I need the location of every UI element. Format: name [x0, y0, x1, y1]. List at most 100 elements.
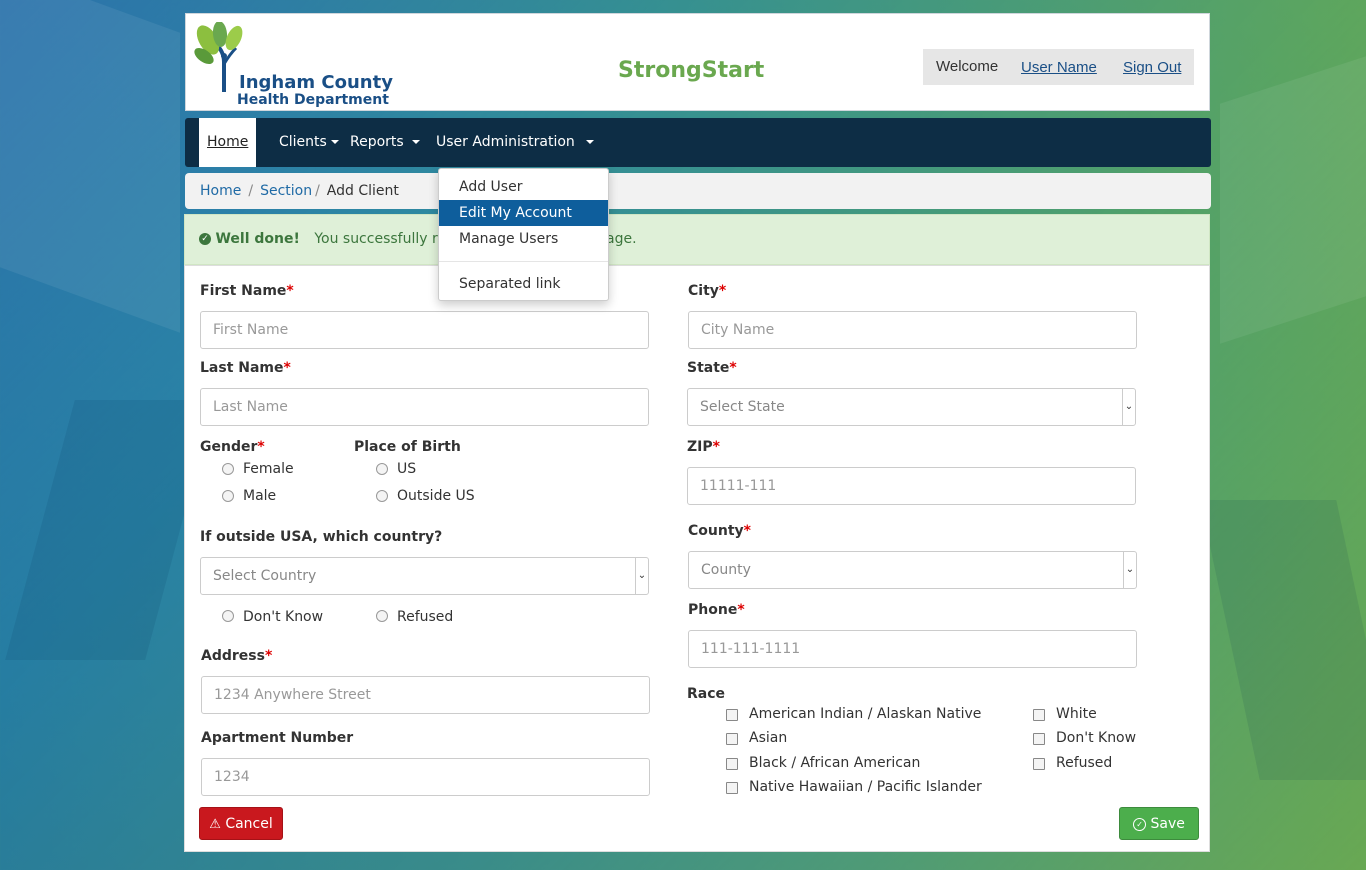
menu-item-separated-link[interactable]: Separated link: [439, 271, 608, 297]
country-refused-label: Refused: [397, 609, 454, 625]
race-white-checkbox[interactable]: [1033, 709, 1045, 721]
breadcrumb-separator: /: [315, 183, 320, 199]
menu-item-add-user[interactable]: Add User: [439, 174, 608, 200]
race-black-label: Black / African American: [749, 755, 921, 771]
breadcrumb-section[interactable]: Section: [260, 183, 312, 199]
race-american-indian-checkbox[interactable]: [726, 709, 738, 721]
chevron-down-icon: ⌄: [1122, 389, 1135, 425]
warning-icon: ⚠: [209, 817, 221, 832]
address-input[interactable]: [201, 676, 650, 714]
country-select-value: Select Country: [213, 568, 317, 584]
breadcrumb: Home / Section / Add Client: [185, 173, 1211, 209]
logo-line1: Ingham County: [239, 72, 393, 93]
chevron-down-icon: ⌄: [1123, 552, 1136, 588]
apartment-input[interactable]: [201, 758, 650, 796]
gender-female-label: Female: [243, 461, 294, 477]
phone-label: Phone*: [688, 602, 745, 618]
country-refused-radio[interactable]: [376, 610, 388, 622]
city-input[interactable]: [688, 311, 1137, 349]
address-label: Address*: [201, 648, 273, 664]
caret-down-icon: [585, 140, 594, 144]
last-name-label: Last Name*: [200, 360, 291, 376]
last-name-input[interactable]: [200, 388, 649, 426]
nav-clients[interactable]: Clients: [279, 118, 339, 167]
birth-outside-us-label: Outside US: [397, 488, 475, 504]
state-label: State*: [687, 360, 737, 376]
cancel-button-label: Cancel: [225, 816, 273, 832]
save-button[interactable]: ✓ Save: [1119, 807, 1199, 840]
check-circle-icon: ✓: [1133, 817, 1147, 831]
app-title: StrongStart: [618, 58, 765, 83]
nav-user-administration[interactable]: User Administration: [436, 118, 594, 167]
alert-message-end: age.: [606, 231, 637, 247]
menu-divider: [439, 261, 608, 262]
menu-item-manage-users[interactable]: Manage Users: [439, 226, 608, 252]
sign-out-link[interactable]: Sign Out: [1123, 59, 1181, 76]
nav-clients-label: Clients: [279, 134, 327, 150]
gender-label: Gender*: [200, 439, 265, 455]
race-refused-checkbox[interactable]: [1033, 758, 1045, 770]
county-label: County*: [688, 523, 751, 539]
breadcrumb-home[interactable]: Home: [200, 183, 241, 199]
breadcrumb-current: Add Client: [326, 183, 399, 199]
race-native-hawaiian-label: Native Hawaiian / Pacific Islander: [749, 779, 982, 795]
race-label: Race: [687, 686, 726, 702]
race-black-checkbox[interactable]: [726, 758, 738, 770]
gender-male-label: Male: [243, 488, 277, 504]
user-panel: Welcome User Name Sign Out: [923, 49, 1194, 85]
race-american-indian-label: American Indian / Alaskan Native: [749, 706, 982, 722]
background-facet: [1200, 500, 1366, 780]
phone-input[interactable]: [688, 630, 1137, 668]
menu-item-edit-my-account[interactable]: Edit My Account: [439, 200, 608, 226]
add-client-form: First Name* Last Name* Gender* Female Ma…: [184, 265, 1210, 852]
caret-down-icon: [330, 140, 339, 144]
gender-female-radio[interactable]: [222, 463, 234, 475]
nav-user-admin-label: User Administration: [436, 134, 575, 150]
birth-us-label: US: [397, 461, 417, 477]
race-asian-label: Asian: [749, 730, 788, 746]
country-select[interactable]: Select Country ⌄: [200, 557, 649, 595]
race-dont-know-label: Don't Know: [1056, 730, 1137, 746]
country-label: If outside USA, which country?: [200, 529, 443, 545]
race-refused-label: Refused: [1056, 755, 1113, 771]
gender-male-radio[interactable]: [222, 490, 234, 502]
birth-outside-us-radio[interactable]: [376, 490, 388, 502]
ingham-county-logo[interactable]: Ingham County Health Department: [194, 22, 393, 108]
first-name-label: First Name*: [200, 283, 294, 299]
state-select-value: Select State: [700, 399, 785, 415]
country-dont-know-radio[interactable]: [222, 610, 234, 622]
main-navbar: Home Clients Reports User Administration: [185, 118, 1211, 167]
breadcrumb-separator: /: [248, 183, 254, 199]
race-asian-checkbox[interactable]: [726, 733, 738, 745]
cancel-button[interactable]: ⚠ Cancel: [199, 807, 283, 840]
country-dont-know-label: Don't Know: [243, 609, 324, 625]
apartment-label: Apartment Number: [201, 730, 354, 746]
check-circle-icon: ✓: [199, 233, 211, 245]
alert-title: Well done!: [215, 231, 300, 247]
site-header: Ingham County Health Department StrongSt…: [185, 13, 1210, 111]
place-of-birth-label: Place of Birth: [354, 439, 461, 455]
chevron-down-icon: ⌄: [635, 558, 648, 594]
race-white-label: White: [1056, 706, 1097, 722]
zip-label: ZIP*: [687, 439, 720, 455]
birth-us-radio[interactable]: [376, 463, 388, 475]
city-label: City*: [688, 283, 727, 299]
welcome-text: Welcome: [936, 58, 999, 75]
state-select[interactable]: Select State ⌄: [687, 388, 1136, 426]
background-facet: [1220, 56, 1366, 344]
background-facet: [0, 0, 180, 333]
county-select[interactable]: County ⌄: [688, 551, 1137, 589]
caret-down-icon: [411, 140, 420, 144]
county-select-value: County: [701, 562, 751, 578]
user-admin-dropdown-menu: Add User Edit My Account Manage Users Se…: [438, 168, 609, 301]
race-dont-know-checkbox[interactable]: [1033, 733, 1045, 745]
save-button-label: Save: [1150, 816, 1185, 832]
zip-input[interactable]: [687, 467, 1136, 505]
success-alert: ✓ Well done! You successfully read age.: [184, 214, 1210, 265]
nav-home[interactable]: Home: [199, 118, 257, 167]
first-name-input[interactable]: [200, 311, 649, 349]
nav-reports[interactable]: Reports: [350, 118, 420, 167]
nav-reports-label: Reports: [350, 134, 404, 150]
user-name-link[interactable]: User Name: [1021, 59, 1097, 76]
race-native-hawaiian-checkbox[interactable]: [726, 782, 738, 794]
